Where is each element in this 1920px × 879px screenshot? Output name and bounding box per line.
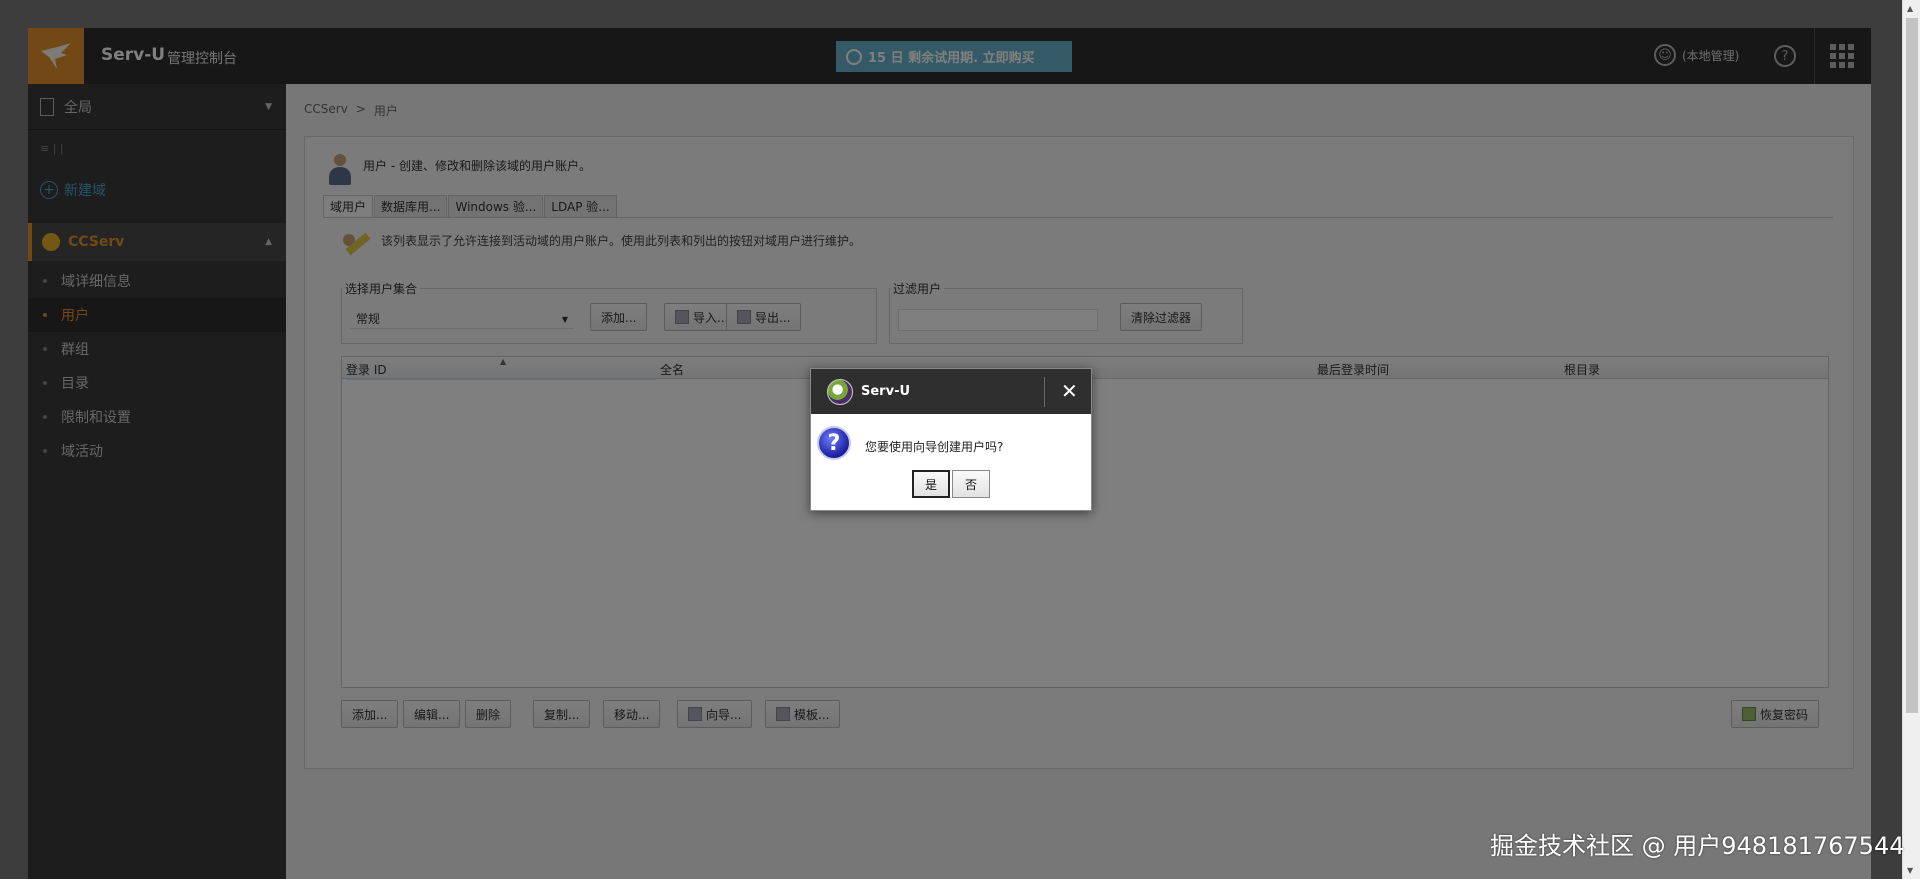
serv-u-logo-icon <box>827 378 853 405</box>
dialog-title-divider <box>1044 377 1045 407</box>
scroll-up-icon[interactable]: ▲ <box>1907 4 1913 13</box>
close-icon[interactable]: ✕ <box>1061 379 1078 403</box>
scroll-thumb[interactable] <box>1906 18 1918 713</box>
dialog-title-bar: Serv-U <box>811 369 1091 414</box>
yes-button[interactable]: 是 <box>912 470 950 498</box>
confirm-dialog: Serv-U ✕ ? 您要使用向导创建用户吗? 是 否 <box>810 368 1092 511</box>
no-button[interactable]: 否 <box>952 470 990 498</box>
watermark: 掘金技术社区 @ 用户948181767544 <box>1490 832 1905 860</box>
page-scrollbar[interactable]: ▲ ▼ <box>1902 0 1920 879</box>
dialog-message: 您要使用向导创建用户吗? <box>865 440 1004 454</box>
question-icon: ? <box>817 426 851 460</box>
scroll-down-icon[interactable]: ▼ <box>1907 866 1913 875</box>
dialog-title: Serv-U <box>861 384 911 399</box>
